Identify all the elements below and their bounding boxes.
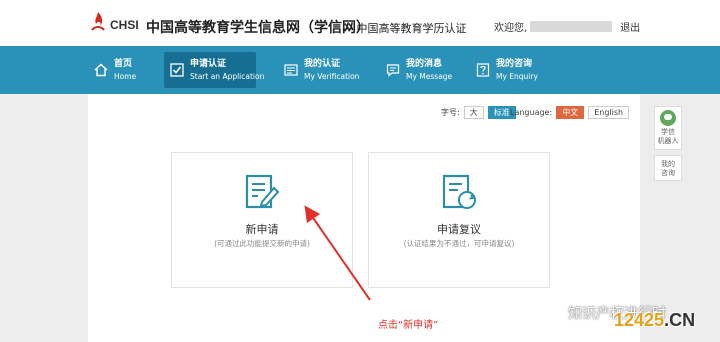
welcome-text: 欢迎您, xyxy=(494,23,528,34)
question-icon xyxy=(476,63,490,77)
my-enquiry-side-button[interactable]: 我的 咨询 xyxy=(654,155,682,181)
nav-item-message[interactable]: 我的消息 My Message xyxy=(380,52,454,88)
chsi-logo[interactable]: CHSI xyxy=(88,10,139,34)
site-title: 中国高等教育学生信息网（学信网） xyxy=(146,20,370,36)
card-description: (可通过此功能提交新的申请) xyxy=(214,239,310,248)
message-icon xyxy=(386,63,400,77)
watermark-domain-number: 12425 xyxy=(614,310,665,330)
nav-label-en: My Verification xyxy=(304,71,360,81)
nav-item-enquiry[interactable]: 我的咨询 My Enquiry xyxy=(470,52,540,88)
enquiry-label-line2: 咨询 xyxy=(661,169,675,177)
lang-zh-button[interactable]: 中文 xyxy=(556,106,585,119)
robot-icon xyxy=(660,110,676,126)
robot-assistant-button[interactable]: 学信 机器人 xyxy=(654,106,682,150)
nav-label-en: Start an Application xyxy=(190,71,265,81)
check-icon xyxy=(170,63,184,77)
nav-label-cn: 申请认证 xyxy=(190,58,227,69)
watermark-domain-suffix: .CN xyxy=(664,310,696,330)
robot-label-line1: 学信 xyxy=(661,128,675,136)
username-redacted xyxy=(530,21,613,32)
nav-item-home[interactable]: 首页 Home xyxy=(88,52,148,88)
edit-document-icon xyxy=(243,173,281,211)
watermark-domain: 12425.CN xyxy=(614,310,695,331)
reconsideration-card[interactable]: 申请复议 (认证结果为不通过，可申请复议) xyxy=(368,152,550,288)
language-label: Language: xyxy=(510,108,553,117)
nav-label-en: My Message xyxy=(406,71,453,81)
nav-item-apply[interactable]: 申请认证 Start an Application xyxy=(164,52,264,88)
site-subtitle: — 中国高等教育学历认证 xyxy=(342,22,467,35)
font-large-button[interactable]: 大 xyxy=(463,106,484,119)
user-area: 欢迎您, 退出 xyxy=(494,19,640,34)
lang-en-button[interactable]: English xyxy=(588,106,630,119)
new-application-card[interactable]: 新申请 (可通过此功能提交新的申请) xyxy=(171,152,353,288)
wechat-icon xyxy=(540,305,562,321)
language-switcher: Language: 中文 English xyxy=(510,106,630,119)
robot-label-line2: 机器人 xyxy=(657,137,679,145)
nav-label-en: My Enquiry xyxy=(496,71,538,81)
nav-label-cn: 我的咨询 xyxy=(496,58,533,69)
document-icon xyxy=(284,63,298,77)
card-description: (认证结果为不通过，可申请复议) xyxy=(403,239,515,248)
nav-label-en: Home xyxy=(114,71,137,81)
nav-label-cn: 我的消息 xyxy=(406,58,443,69)
font-size-label: 字号: xyxy=(441,108,460,117)
nav-label-cn: 我的认证 xyxy=(304,58,341,69)
annotation-text: 点击“新申请” xyxy=(378,320,439,331)
card-title: 申请复议 xyxy=(437,223,481,236)
top-header: CHSI 中国高等教育学生信息网（学信网） — 中国高等教育学历认证 欢迎您, … xyxy=(0,0,720,46)
logo-text: CHSI xyxy=(110,18,139,32)
main-nav: 首页 Home 申请认证 Start an Application 我的认证 My V… xyxy=(0,46,720,94)
home-icon xyxy=(94,63,108,77)
phoenix-icon xyxy=(88,10,108,34)
enquiry-label-line1: 我的 xyxy=(661,160,675,168)
logout-link[interactable]: 退出 xyxy=(620,19,640,34)
nav-item-verification[interactable]: 我的认证 My Verification xyxy=(278,52,360,88)
nav-label-cn: 首页 xyxy=(114,58,133,69)
card-title: 新申请 xyxy=(245,223,279,236)
refresh-document-icon xyxy=(440,173,478,211)
font-size-switcher: 字号: 大 标准 xyxy=(441,106,516,119)
